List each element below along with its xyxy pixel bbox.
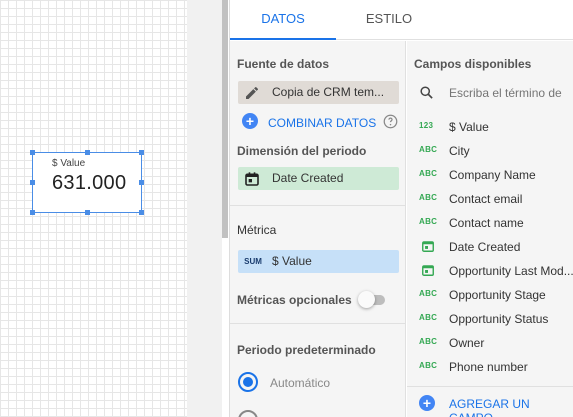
field-item[interactable]: ABC Contact email bbox=[407, 187, 573, 211]
field-item[interactable]: Date Created bbox=[407, 235, 573, 259]
period-dimension-title: Dimensión del periodo bbox=[237, 144, 367, 158]
data-config-column: Fuente de datos Copia de CRM tem... + CO… bbox=[230, 41, 406, 417]
field-search[interactable] bbox=[407, 81, 573, 105]
divider bbox=[230, 205, 406, 206]
search-icon bbox=[420, 86, 433, 99]
resize-handle[interactable] bbox=[85, 150, 90, 155]
tab-datos[interactable]: DATOS bbox=[230, 0, 336, 40]
field-name: Opportunity Stage bbox=[449, 288, 546, 302]
field-item[interactable]: ABC Opportunity Stage bbox=[407, 283, 573, 307]
radio-custom[interactable] bbox=[238, 410, 258, 417]
divider bbox=[230, 323, 406, 324]
calendar-icon bbox=[245, 172, 259, 186]
default-period-title: Periodo predeterminado bbox=[237, 343, 376, 357]
field-item[interactable]: ABC Phone number bbox=[407, 355, 573, 379]
available-fields-title: Campos disponibles bbox=[414, 57, 532, 71]
period-dimension-chip[interactable]: Date Created bbox=[238, 167, 399, 190]
field-item[interactable]: ABC Owner bbox=[407, 331, 573, 355]
calendar-icon bbox=[422, 265, 434, 276]
field-type-badge: ABC bbox=[419, 145, 438, 154]
field-name: Date Created bbox=[449, 240, 521, 254]
field-type-badge: ABC bbox=[419, 361, 438, 370]
available-fields-column: Campos disponibles 123 $ Value ABC City … bbox=[407, 41, 573, 417]
field-name: Contact email bbox=[449, 192, 523, 206]
field-type-badge: ABC bbox=[419, 217, 438, 226]
report-canvas[interactable]: $ Value 631.000 bbox=[0, 0, 187, 417]
resize-handle[interactable] bbox=[30, 150, 35, 155]
metric-title: Métrica bbox=[237, 223, 277, 237]
properties-panel: DATOS ESTILO Fuente de datos Copia de CR… bbox=[229, 0, 573, 417]
field-type-badge: ABC bbox=[419, 193, 438, 202]
field-item[interactable]: 123 $ Value bbox=[407, 115, 573, 139]
aggregation-badge[interactable]: SUM bbox=[242, 255, 264, 269]
field-item[interactable]: Opportunity Last Mod... bbox=[407, 259, 573, 283]
radio-automatic-dot bbox=[243, 377, 253, 387]
search-input[interactable] bbox=[449, 83, 573, 103]
plus-circle-icon: + bbox=[419, 395, 435, 411]
plus-circle-icon[interactable]: + bbox=[242, 113, 258, 129]
scorecard-chart[interactable]: $ Value 631.000 bbox=[30, 150, 144, 215]
field-item[interactable]: ABC Opportunity Status bbox=[407, 307, 573, 331]
field-name: $ Value bbox=[449, 120, 489, 134]
field-name: Owner bbox=[449, 336, 485, 350]
metric-value: $ Value bbox=[272, 254, 312, 268]
tab-estilo[interactable]: ESTILO bbox=[336, 0, 442, 40]
field-name: Opportunity Last Mod... bbox=[449, 264, 573, 278]
field-type-badge: ABC bbox=[419, 337, 438, 346]
resize-handle[interactable] bbox=[139, 210, 144, 215]
toggle-knob[interactable] bbox=[358, 291, 375, 308]
resize-handle[interactable] bbox=[139, 180, 144, 185]
resize-handle[interactable] bbox=[30, 210, 35, 215]
resize-handle[interactable] bbox=[85, 210, 90, 215]
field-name: Contact name bbox=[449, 216, 524, 230]
field-type-badge: ABC bbox=[419, 169, 438, 178]
resize-handle[interactable] bbox=[30, 180, 35, 185]
data-source-name: Copia de CRM tem... bbox=[272, 85, 385, 99]
metric-chip[interactable]: SUM $ Value bbox=[238, 250, 399, 273]
add-field-button[interactable]: + AGREGAR UN CAMPO bbox=[407, 386, 573, 417]
add-field-label: AGREGAR UN CAMPO bbox=[449, 397, 530, 417]
field-item[interactable]: ABC City bbox=[407, 139, 573, 163]
field-item[interactable]: ABC Company Name bbox=[407, 163, 573, 187]
data-source-title: Fuente de datos bbox=[237, 57, 330, 71]
field-name: Opportunity Status bbox=[449, 312, 549, 326]
field-type-badge: 123 bbox=[419, 121, 434, 130]
panel-tabs: DATOS ESTILO bbox=[230, 0, 573, 40]
optional-metrics-label: Métricas opcionales bbox=[237, 293, 352, 307]
calendar-icon bbox=[422, 241, 434, 252]
field-type-badge: ABC bbox=[419, 289, 438, 298]
automatic-label: Automático bbox=[270, 376, 331, 390]
field-name: Company Name bbox=[449, 168, 536, 182]
period-dimension-value: Date Created bbox=[272, 171, 344, 185]
help-icon[interactable] bbox=[383, 114, 398, 129]
pencil-icon[interactable] bbox=[244, 85, 260, 101]
canvas-margin bbox=[187, 0, 222, 417]
blend-data-link[interactable]: COMBINAR DATOS bbox=[268, 116, 376, 130]
data-source-chip[interactable]: Copia de CRM tem... bbox=[238, 81, 399, 104]
field-item[interactable]: ABC Contact name bbox=[407, 211, 573, 235]
field-name: Phone number bbox=[449, 360, 528, 374]
resize-handle[interactable] bbox=[139, 150, 144, 155]
field-type-badge: ABC bbox=[419, 313, 438, 322]
scrollbar-thumb[interactable] bbox=[222, 0, 228, 238]
scorecard-label: $ Value bbox=[52, 158, 86, 169]
field-name: City bbox=[449, 144, 470, 158]
scorecard-value: 631.000 bbox=[52, 172, 127, 194]
